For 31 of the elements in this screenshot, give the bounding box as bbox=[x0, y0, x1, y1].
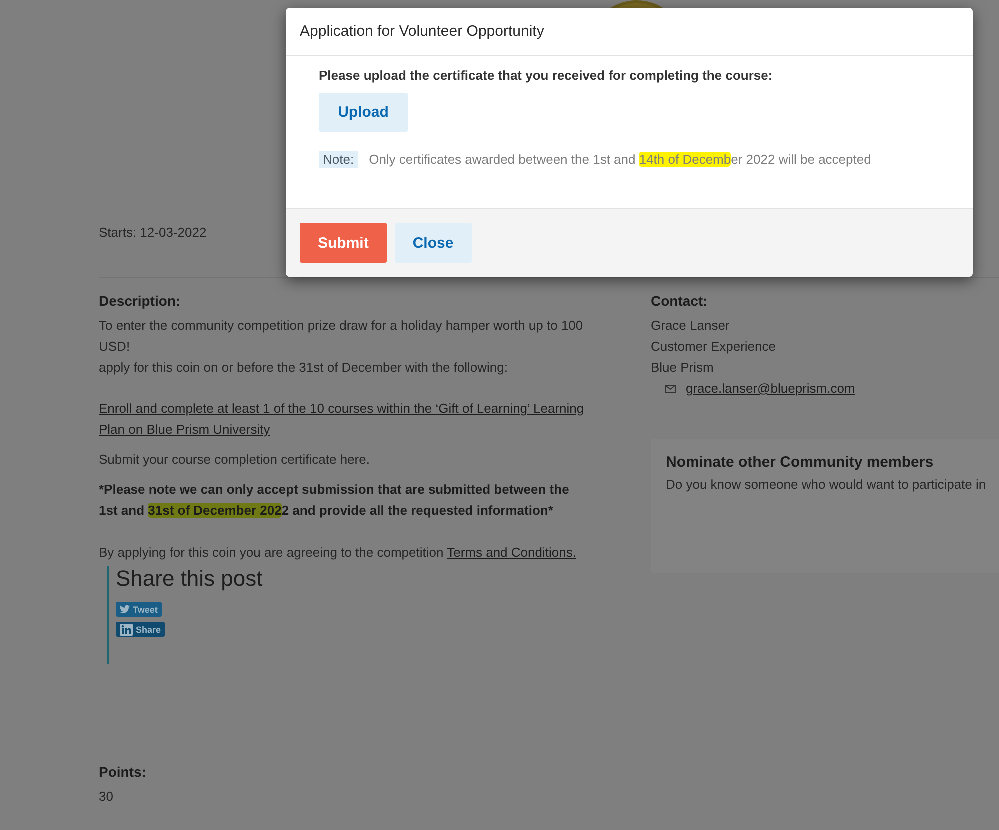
nominate-heading: Nominate other Community members bbox=[666, 454, 935, 471]
upload-button[interactable]: Upload bbox=[319, 93, 408, 132]
points-heading: Points: bbox=[99, 764, 148, 780]
contact-line: Blue Prism bbox=[651, 359, 715, 377]
bird-icon bbox=[120, 605, 130, 614]
points-value: 30 bbox=[99, 788, 114, 806]
share-button[interactable]: Share bbox=[116, 622, 166, 637]
description-text: Submit your course completion certificate here. bbox=[99, 451, 371, 469]
description-text: To enter the community competition prize draw for a holiday hamper worth up to 100 USD! bbox=[99, 317, 584, 356]
email-link[interactable]: grace.lanser@blueprism.com bbox=[686, 381, 856, 396]
description-heading: Description: bbox=[99, 293, 182, 309]
course-link[interactable]: Enroll and complete at least 1 of the 10 courses within the ‘Gift of Learning’ Learning Plan on Blue Prism University bbox=[99, 398, 591, 440]
contact-line: Grace Lanser bbox=[651, 317, 731, 335]
terms-text: By applying for this coin you are agreeing to the competition Terms and Conditions. bbox=[99, 544, 578, 562]
upload-prompt: Please upload the certificate that you received for completing the course: bbox=[319, 68, 774, 83]
submit-button[interactable]: Submit bbox=[300, 223, 387, 263]
note-text: Only certificates awarded between the 1st and 14th of December 2022 will be accepted bbox=[369, 152, 872, 167]
contact-line: Customer Experience bbox=[651, 338, 777, 356]
contact-heading: Contact: bbox=[651, 293, 709, 309]
mail-icon bbox=[665, 384, 676, 392]
share-heading: Share this post bbox=[116, 566, 264, 592]
terms-link[interactable]: Terms and Conditions. bbox=[447, 545, 576, 560]
submission-note: *Please note we can only accept submission that are submitted between the 1st and 31st of December 2022 and provide all the requested information* bbox=[99, 481, 570, 520]
nominate-text: Do you know someone who would want to participate in bbox=[666, 477, 988, 492]
close-button[interactable]: Close bbox=[394, 223, 472, 263]
description-text: apply for this coin on or before the 31st of December with the following: bbox=[99, 359, 509, 377]
note-label: Note: bbox=[319, 151, 358, 168]
start-date: Starts: 12-03-2022 bbox=[99, 225, 208, 240]
linkedin-icon bbox=[120, 624, 133, 636]
dialog-title: Application for Volunteer Opportunity bbox=[286, 8, 973, 56]
tweet-button[interactable]: Tweet bbox=[116, 602, 162, 617]
